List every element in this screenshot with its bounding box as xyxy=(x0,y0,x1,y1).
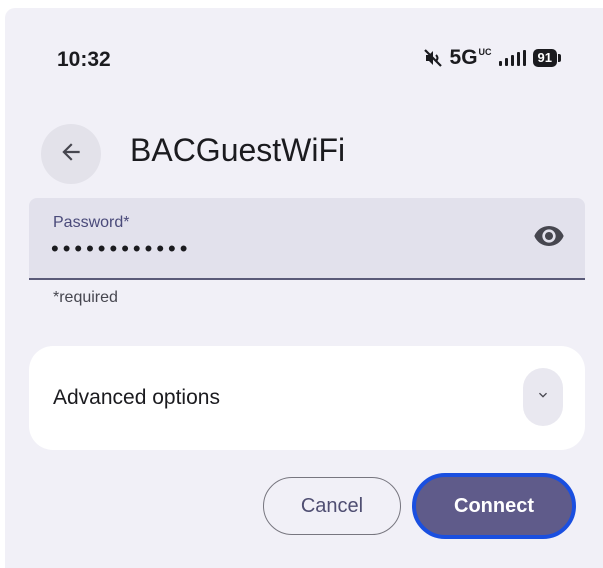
mute-icon xyxy=(423,49,443,67)
wifi-connect-screen: 10:32 5GUC 91 BACGuestWiFi Password* •••… xyxy=(5,8,603,568)
battery-icon: 91 xyxy=(532,49,561,67)
status-time: 10:32 xyxy=(57,48,111,71)
password-input[interactable]: •••••••••••• xyxy=(51,236,191,262)
network-type: 5GUC xyxy=(449,46,492,69)
connect-button[interactable]: Connect xyxy=(412,473,576,539)
network-subscript: UC xyxy=(478,47,492,57)
chevron-down-icon xyxy=(535,387,551,408)
password-field[interactable]: Password* •••••••••••• xyxy=(29,198,585,280)
show-password-button[interactable] xyxy=(531,220,567,256)
cancel-button[interactable]: Cancel xyxy=(263,477,401,535)
battery-level: 91 xyxy=(532,49,557,67)
password-label: Password* xyxy=(53,214,130,231)
required-helper-text: *required xyxy=(53,289,118,306)
arrow-back-icon xyxy=(58,139,84,170)
expand-button[interactable] xyxy=(523,368,563,426)
eye-icon xyxy=(533,220,565,257)
advanced-options-toggle[interactable]: Advanced options xyxy=(29,346,585,450)
advanced-options-label: Advanced options xyxy=(53,386,220,409)
page-title: BACGuestWiFi xyxy=(130,132,346,168)
back-button[interactable] xyxy=(41,124,101,184)
signal-icon xyxy=(498,50,526,66)
status-icons: 5GUC 91 xyxy=(423,46,561,70)
